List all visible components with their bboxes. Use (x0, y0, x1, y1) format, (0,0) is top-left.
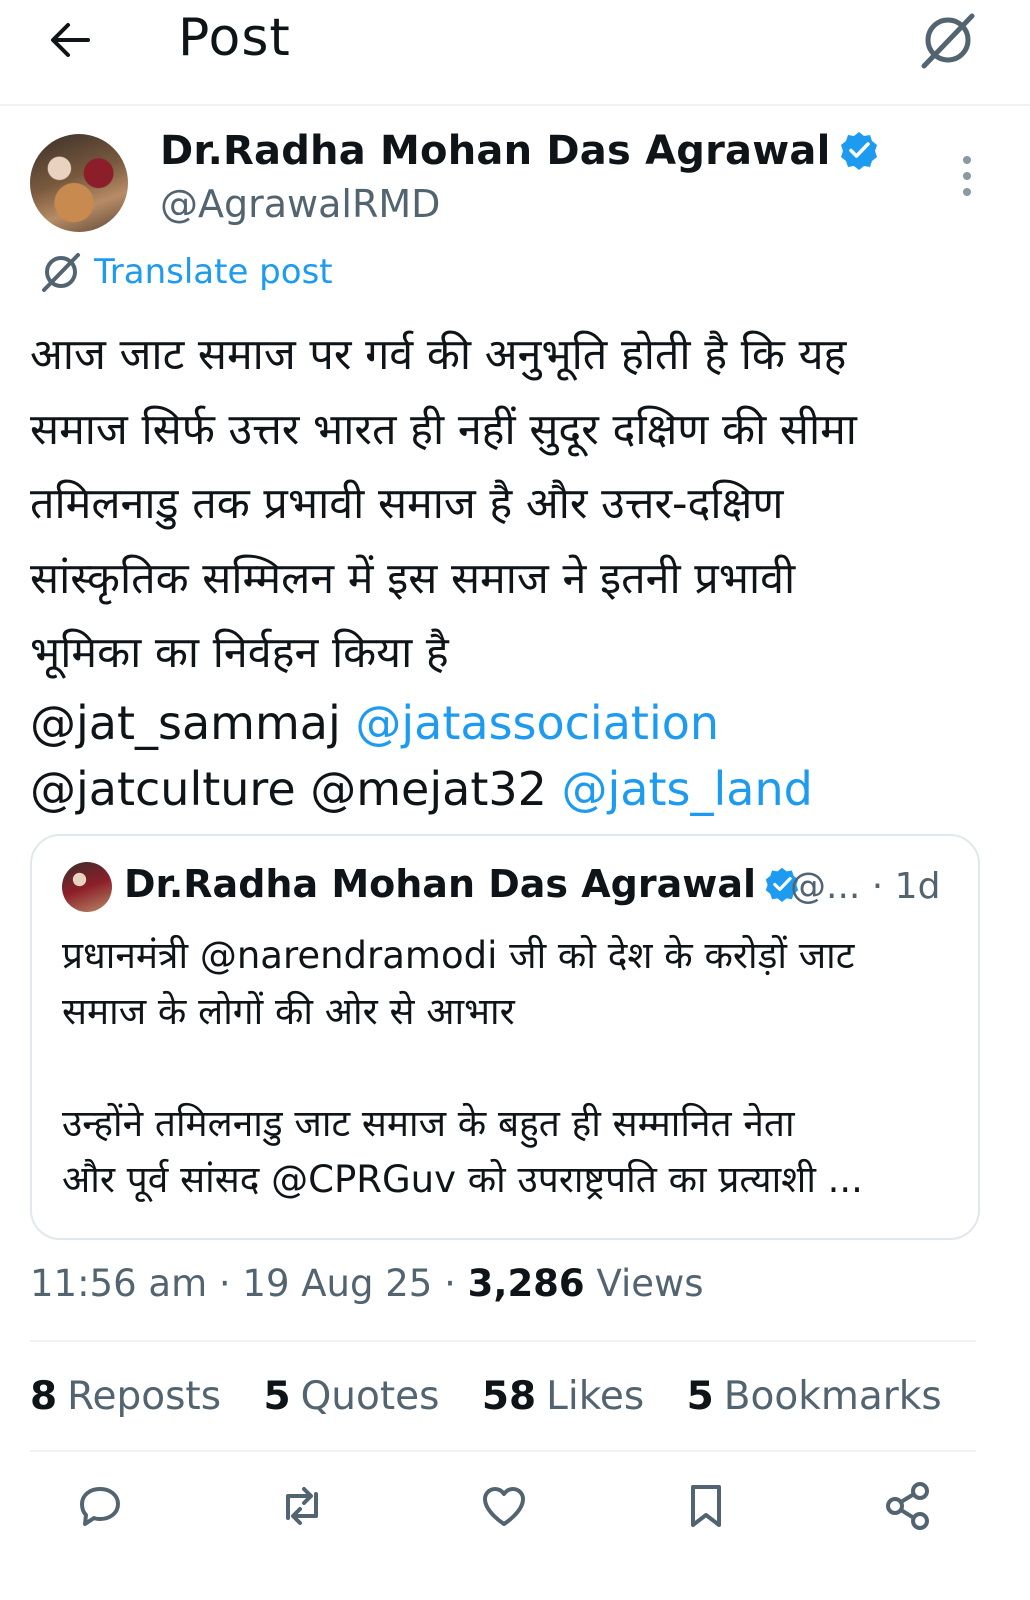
mention[interactable]: @jatculture (30, 762, 296, 816)
quoted-avatar (62, 862, 112, 912)
divider (30, 1450, 976, 1452)
stat-reposts[interactable]: 8 Reposts (30, 1374, 221, 1419)
reply-icon[interactable] (72, 1478, 128, 1534)
stat-likes[interactable]: 58 Likes (482, 1374, 644, 1419)
author-name-text: Dr.Radha Mohan Das Agrawal (160, 128, 831, 174)
stat-count: 5 (686, 1374, 714, 1419)
action-bar (0, 1478, 1030, 1548)
post-date: 19 Aug 25 (242, 1262, 433, 1305)
mention-link[interactable]: @jatassociation (355, 696, 719, 750)
more-options-icon[interactable] (960, 152, 974, 200)
like-icon[interactable] (476, 1478, 532, 1534)
quoted-author-name: Dr.Radha Mohan Das Agrawal (124, 862, 800, 906)
back-arrow-icon[interactable] (44, 14, 96, 66)
quoted-time: · 1d (871, 866, 941, 907)
verified-badge-icon (840, 132, 877, 170)
quoted-author-name-text: Dr.Radha Mohan Das Agrawal (124, 862, 757, 906)
views-label: Views (596, 1262, 704, 1305)
author-name[interactable]: Dr.Radha Mohan Das Agrawal (160, 128, 879, 174)
quoted-meta: @... · 1d (790, 866, 940, 907)
stat-count: 5 (263, 1374, 291, 1419)
engagement-stats: 8 Reposts 5 Quotes 58 Likes 5 Bookmarks (30, 1374, 972, 1419)
mention[interactable]: @jat_sammaj (30, 696, 341, 750)
stat-quotes[interactable]: 5 Quotes (263, 1374, 439, 1419)
stat-label: Reposts (67, 1374, 222, 1419)
quoted-text: प्रधानमंत्री @narendramodi जी को देश के … (62, 934, 863, 1201)
mention[interactable]: @mejat32 (310, 762, 547, 816)
top-bar: Post (0, 0, 1030, 106)
post-mentions: @jat_sammaj @jatassociation @jatculture … (30, 690, 990, 822)
translate-label: Translate post (94, 252, 333, 292)
views-count: 3,286 (467, 1262, 585, 1305)
author-handle[interactable]: @AgrawalRMD (160, 182, 440, 226)
stat-count: 8 (30, 1374, 58, 1419)
share-icon[interactable] (880, 1478, 936, 1534)
page-title: Post (178, 8, 291, 68)
quoted-handle: @... (790, 866, 861, 907)
stat-label: Bookmarks (723, 1374, 942, 1419)
post-text: आज जाट समाज पर गर्व की अनुभूति होती है क… (30, 330, 857, 678)
repost-icon[interactable] (274, 1478, 330, 1534)
bookmark-icon[interactable] (678, 1478, 734, 1534)
quoted-post-card[interactable]: Dr.Radha Mohan Das Agrawal @... · 1d प्र… (30, 834, 980, 1240)
stat-label: Quotes (300, 1374, 440, 1419)
stat-label: Likes (546, 1374, 645, 1419)
post-time: 11:56 am (30, 1262, 208, 1305)
stat-bookmarks[interactable]: 5 Bookmarks (687, 1374, 942, 1419)
grok-icon (42, 253, 80, 292)
post-timestamp: 11:56 am · 19 Aug 25 · 3,286 Views (30, 1262, 704, 1305)
mention-link[interactable]: @jats_land (562, 762, 813, 816)
translate-post-button[interactable]: Translate post (40, 250, 333, 294)
stat-count: 58 (481, 1374, 537, 1419)
divider (30, 1340, 976, 1342)
grok-icon[interactable] (918, 10, 978, 70)
avatar[interactable] (30, 134, 128, 232)
